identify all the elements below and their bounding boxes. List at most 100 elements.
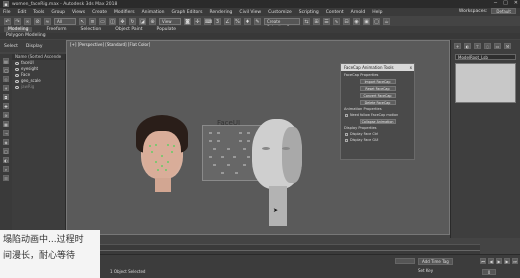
timeline[interactable]: [100, 244, 480, 254]
move-icon[interactable]: ✥: [119, 17, 126, 25]
rotate-icon[interactable]: ↻: [129, 17, 136, 25]
render-icon[interactable]: ☕: [383, 17, 390, 25]
list-item[interactable]: jawRig: [12, 84, 65, 90]
display-tab-icon[interactable]: ▭: [494, 43, 501, 49]
none-icon[interactable]: □: [3, 148, 9, 154]
tab-selection[interactable]: Selection: [81, 27, 102, 32]
rect-select-icon[interactable]: ▭: [99, 17, 106, 25]
shape-icon[interactable]: ◇: [3, 76, 9, 82]
collapse-animation-button[interactable]: Collapse Animation: [359, 119, 396, 124]
curve-editor-icon[interactable]: ∿: [333, 17, 340, 25]
camera-icon[interactable]: ◘: [3, 94, 9, 100]
menu-scripting[interactable]: Scripting: [299, 10, 319, 15]
convert-facecap-button[interactable]: Convert FaceCap: [359, 93, 396, 98]
material-editor-icon[interactable]: ◉: [353, 17, 360, 25]
warp-icon[interactable]: ≋: [3, 112, 9, 118]
eye-icon[interactable]: [15, 85, 19, 89]
window-crossing-icon[interactable]: ◫: [109, 17, 116, 25]
tab-populate[interactable]: Populate: [157, 27, 177, 32]
named-selection-set[interactable]: Create Selection Se: [264, 17, 300, 30]
spinner-snap-icon[interactable]: ♦: [244, 17, 251, 25]
filter-icon[interactable]: ▤: [3, 58, 9, 64]
mirror-icon[interactable]: ⇆: [303, 17, 310, 25]
menu-tools[interactable]: Tools: [33, 10, 44, 15]
schematic-icon[interactable]: ⊟: [343, 17, 350, 25]
edit-named-sets-icon[interactable]: ✎: [254, 17, 261, 25]
group-icon[interactable]: ▦: [3, 121, 9, 127]
create-tab-icon[interactable]: +: [454, 43, 461, 49]
go-start-icon[interactable]: ⏮: [480, 258, 486, 264]
app-icon[interactable]: ▪: [3, 1, 9, 8]
close-button[interactable]: ✕: [514, 0, 518, 6]
dialog-close-icon[interactable]: x: [410, 64, 412, 71]
display-face-ctrl-checkbox[interactable]: Display Face Ctrl: [341, 132, 414, 136]
object-name-field[interactable]: ModelRoot_Lsb: [455, 54, 516, 60]
prev-frame-icon[interactable]: ◀: [488, 258, 494, 264]
layer-icon[interactable]: ☰: [323, 17, 330, 25]
tab-modeling[interactable]: Modeling: [4, 27, 33, 32]
motion-tab-icon[interactable]: ◌: [484, 43, 491, 49]
add-time-tag-button[interactable]: Add Time Tag: [418, 258, 453, 265]
eye-icon[interactable]: [15, 79, 19, 83]
menu-customize[interactable]: Customize: [268, 10, 292, 15]
menu-graph-editors[interactable]: Graph Editors: [172, 10, 203, 15]
angle-snap-icon[interactable]: ∠: [224, 17, 231, 25]
link-icon[interactable]: ∞: [24, 17, 31, 25]
play-icon[interactable]: ▶: [496, 258, 502, 264]
unlink-icon[interactable]: ⊘: [34, 17, 41, 25]
eye-icon[interactable]: [15, 73, 19, 77]
utilities-tab-icon[interactable]: ⚒: [504, 43, 511, 49]
ribbon-subpanel[interactable]: Polygon Modeling: [0, 33, 520, 39]
scale-icon[interactable]: ◪: [139, 17, 146, 25]
find-icon[interactable]: ⌕: [3, 166, 9, 172]
select-name-icon[interactable]: ≡: [89, 17, 96, 25]
all-icon[interactable]: ◈: [3, 139, 9, 145]
eye-icon[interactable]: [15, 67, 19, 71]
face-model-gray[interactable]: [252, 119, 302, 189]
reference-coordinate-select[interactable]: View: [159, 17, 181, 25]
modifier-list[interactable]: [455, 63, 516, 103]
delete-facecap-button[interactable]: Delete FaceCap: [359, 100, 396, 105]
import-facecap-button[interactable]: Import FaceCap: [359, 79, 396, 84]
invert-icon[interactable]: ◐: [3, 157, 9, 163]
place-icon[interactable]: ⊕: [149, 17, 156, 25]
select-icon[interactable]: ↖: [79, 17, 86, 25]
follow-motion-checkbox[interactable]: Need follow FaceCap motion: [341, 113, 414, 117]
menu-arnold[interactable]: Arnold: [351, 10, 366, 15]
menu-animation[interactable]: Animation: [142, 10, 165, 15]
go-end-icon[interactable]: ⏭: [512, 258, 518, 264]
light-icon[interactable]: ☀: [3, 85, 9, 91]
manipulate-icon[interactable]: ✢: [194, 17, 201, 25]
bind-icon[interactable]: ≈: [44, 17, 51, 25]
render-frame-icon[interactable]: ▢: [373, 17, 380, 25]
tab-object-paint[interactable]: Object Paint: [115, 27, 142, 32]
render-setup-icon[interactable]: ▣: [363, 17, 370, 25]
viewport-label[interactable]: [+] [Perspective] [Standard] [Flat Color…: [70, 42, 150, 47]
current-frame-field[interactable]: 0: [482, 269, 496, 275]
percent-snap-icon[interactable]: %: [234, 17, 241, 25]
modify-tab-icon[interactable]: ◐: [464, 43, 471, 49]
menu-help[interactable]: Help: [372, 10, 382, 15]
undo-icon[interactable]: ↶: [4, 17, 11, 25]
tab-freeform[interactable]: Freeform: [46, 27, 66, 32]
display-face-gui-checkbox[interactable]: Display Face GUI: [341, 138, 414, 142]
set-key-button[interactable]: Set Key: [418, 268, 433, 273]
tab-display[interactable]: Display: [26, 44, 43, 49]
menu-edit[interactable]: Edit: [18, 10, 27, 15]
menu-rendering[interactable]: Rendering: [209, 10, 232, 15]
menu-file[interactable]: File: [3, 10, 11, 15]
next-frame-icon[interactable]: ▶: [504, 258, 510, 264]
reset-facecap-button[interactable]: Reset FaceCap: [359, 86, 396, 91]
explorer-header[interactable]: Name (Sorted Ascende: [12, 54, 65, 60]
menu-content[interactable]: Content: [326, 10, 344, 15]
keyboard-shortcut-icon[interactable]: ⌨: [204, 17, 212, 25]
geometry-icon[interactable]: ◯: [3, 67, 9, 73]
maximize-button[interactable]: □: [503, 0, 508, 6]
face-model-textured[interactable]: [136, 115, 188, 179]
menu-group[interactable]: Group: [51, 10, 65, 15]
menu-civil-view[interactable]: Civil View: [239, 10, 261, 15]
menu-create[interactable]: Create: [92, 10, 107, 15]
align-icon[interactable]: ⊞: [313, 17, 320, 25]
redo-icon[interactable]: ↷: [14, 17, 21, 25]
selection-filter[interactable]: All: [54, 17, 76, 25]
